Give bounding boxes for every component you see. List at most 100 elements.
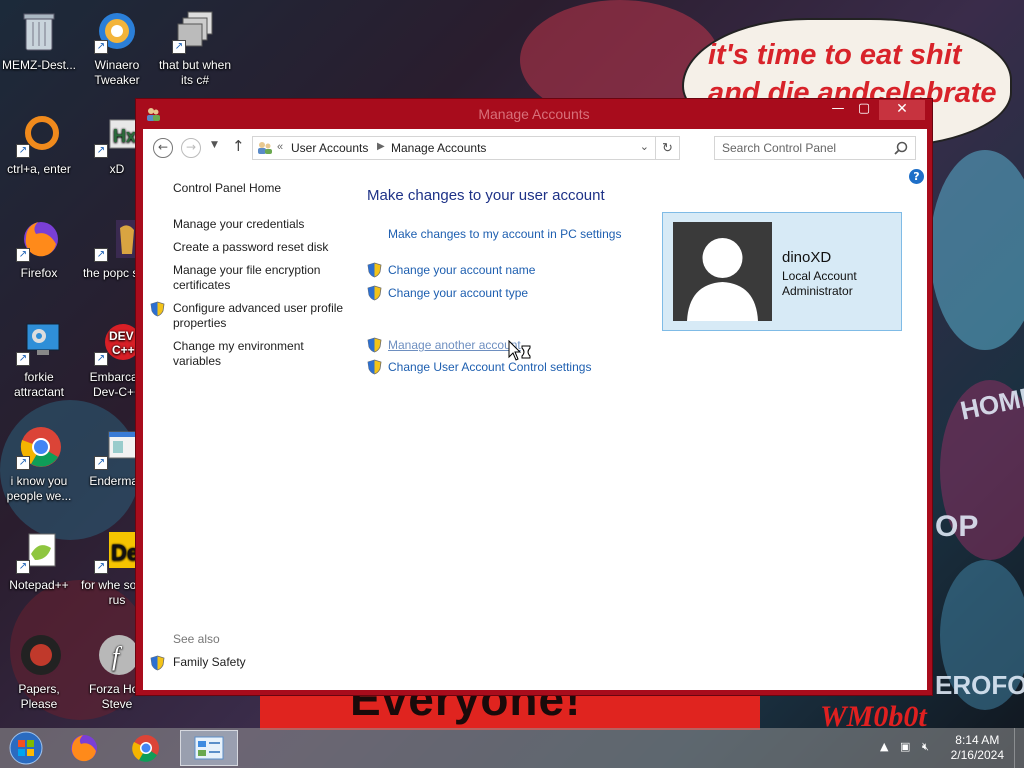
show-desktop-button[interactable] bbox=[1014, 728, 1024, 768]
control-panel-icon bbox=[194, 736, 224, 760]
address-overflow-chevron[interactable]: « bbox=[277, 141, 283, 153]
de-icon: De ↗ bbox=[94, 528, 140, 574]
flash-icon: f bbox=[94, 632, 140, 678]
change-account-name-link[interactable]: Change your account name bbox=[388, 263, 535, 277]
maximize-button[interactable]: ▢ bbox=[850, 100, 878, 120]
address-bar[interactable]: « User Accounts ▶ Manage Accounts ⌄ ↻ bbox=[252, 136, 680, 160]
desktop-icon-csharp[interactable]: ↗ that but when its c# bbox=[156, 8, 234, 88]
shortcut-arrow-icon: ↗ bbox=[16, 248, 30, 262]
network-icon[interactable]: ▣ bbox=[900, 740, 910, 753]
desktop-icon-memz[interactable]: MEMZ-Dest... bbox=[0, 8, 78, 73]
taskbar: ▲ ▣ 🔇︎ 8:14 AM 2/16/2024 bbox=[0, 728, 1024, 768]
change-account-type-link[interactable]: Change your account type bbox=[388, 286, 528, 300]
taskbar-chrome[interactable] bbox=[124, 730, 168, 766]
family-safety-link[interactable]: Family Safety bbox=[173, 655, 348, 670]
start-button[interactable] bbox=[8, 730, 44, 766]
manage-credentials-link[interactable]: Manage your credentials bbox=[173, 217, 348, 232]
desktop-icon-label: Notepad++ bbox=[9, 578, 69, 592]
desktop-icon-label: MEMZ-Dest... bbox=[2, 58, 76, 72]
clock-date: 2/16/2024 bbox=[950, 748, 1004, 762]
control-panel-home-link[interactable]: Control Panel Home bbox=[173, 181, 348, 196]
firefox-icon bbox=[71, 735, 97, 762]
advanced-profile-properties-link[interactable]: Configure advanced user profile properti… bbox=[173, 301, 348, 331]
minimize-button[interactable]: — bbox=[824, 100, 852, 120]
ring-icon: ↗ bbox=[16, 112, 62, 158]
desktop-icon-label: forkie attractant bbox=[13, 370, 65, 399]
shortcut-arrow-icon: ↗ bbox=[94, 352, 108, 366]
busy-cursor-icon bbox=[508, 340, 531, 361]
password-reset-disk-link[interactable]: Create a password reset disk bbox=[173, 240, 348, 255]
pc-settings-link[interactable]: Make changes to my account in PC setting… bbox=[388, 227, 621, 241]
shortcut-arrow-icon: ↗ bbox=[16, 144, 30, 158]
forward-button[interactable]: → bbox=[181, 138, 201, 158]
search-placeholder: Search Control Panel bbox=[722, 141, 837, 155]
desktop-icon-label: ctrl+a, enter bbox=[7, 162, 71, 176]
desktop-icon-ctrl-a[interactable]: ↗ ctrl+a, enter bbox=[0, 112, 78, 177]
shortcut-arrow-icon: ↗ bbox=[94, 144, 108, 158]
desktop-icon-papers-please[interactable]: Papers, Please bbox=[0, 632, 78, 712]
up-button[interactable]: ↑ bbox=[232, 137, 245, 155]
uac-shield-icon bbox=[367, 262, 382, 278]
uac-shield-icon bbox=[150, 301, 165, 317]
taskbar-firefox[interactable] bbox=[62, 730, 106, 766]
desktop-icon-firefox[interactable]: ↗ Firefox bbox=[0, 216, 78, 281]
desktop-icon-winaero[interactable]: ↗ Winaero Tweaker bbox=[78, 8, 156, 88]
back-button[interactable]: ← bbox=[153, 138, 173, 158]
notepadpp-icon: ↗ bbox=[16, 528, 62, 574]
address-dropdown-icon[interactable]: ⌄ bbox=[640, 140, 649, 153]
refresh-button[interactable]: ↻ bbox=[655, 137, 679, 159]
desktop-icon-label: Winaero Tweaker bbox=[94, 58, 140, 87]
monitor-gear-icon: ↗ bbox=[16, 320, 62, 366]
winaero-icon: ↗ bbox=[94, 8, 140, 54]
chrome-icon: ↗ bbox=[16, 424, 62, 470]
breadcrumb-user-accounts[interactable]: User Accounts bbox=[291, 141, 368, 155]
user-name: dinoXD bbox=[782, 249, 832, 266]
devcpp-icon: DEV C++ ↗ bbox=[94, 320, 140, 366]
clock[interactable]: 8:14 AM 2/16/2024 bbox=[951, 733, 1004, 763]
uac-shield-icon bbox=[150, 655, 165, 671]
left-pane: Control Panel Home Manage your credentia… bbox=[143, 167, 355, 690]
user-account-card: dinoXD Local Account Administrator bbox=[662, 212, 902, 331]
window-titlebar[interactable]: Manage Accounts — ▢ ✕ bbox=[136, 99, 932, 129]
see-also-label: See also bbox=[173, 632, 220, 646]
desktop-icon-notepadpp[interactable]: ↗ Notepad++ bbox=[0, 528, 78, 593]
svg-text:C++: C++ bbox=[112, 343, 135, 357]
desktop-icon-label: Papers, Please bbox=[18, 682, 60, 711]
window-client: ← → ▼ ↑ « User Accounts ▶ Manage Account… bbox=[143, 129, 927, 690]
user-account-type: Local Account bbox=[782, 269, 857, 283]
uac-shield-icon bbox=[367, 359, 382, 375]
navigation-bar: ← → ▼ ↑ « User Accounts ▶ Manage Account… bbox=[143, 129, 927, 167]
environment-variables-link[interactable]: Change my environment variables bbox=[173, 339, 348, 369]
close-icon: ✕ bbox=[896, 101, 908, 117]
search-icon[interactable] bbox=[894, 141, 908, 155]
firefox-icon: ↗ bbox=[16, 216, 62, 262]
forward-arrow-icon: → bbox=[185, 140, 197, 154]
search-input[interactable]: Search Control Panel bbox=[714, 136, 916, 160]
hex-icon: Hx ↗ bbox=[94, 112, 140, 158]
window-app-icon: ↗ bbox=[94, 424, 140, 470]
clock-time: 8:14 AM bbox=[955, 733, 1000, 747]
main-pane: Make changes to your user account Make c… bbox=[357, 167, 927, 690]
papers-please-icon bbox=[16, 632, 62, 678]
desktop-icon-label: that but when its c# bbox=[158, 58, 232, 87]
recent-locations-button[interactable]: ▼ bbox=[211, 140, 218, 150]
breadcrumb-separator-icon[interactable]: ▶ bbox=[377, 141, 385, 152]
up-arrow-icon: ↑ bbox=[232, 137, 245, 155]
volume-muted-icon[interactable]: 🔇︎ bbox=[922, 740, 929, 754]
wallpaper-text-erofos: EROFOS bbox=[935, 670, 1024, 700]
show-hidden-icons-button[interactable]: ▲ bbox=[880, 740, 888, 753]
user-role: Administrator bbox=[782, 284, 853, 298]
recycle-bin-icon bbox=[16, 8, 62, 54]
shortcut-arrow-icon: ↗ bbox=[172, 40, 186, 54]
uac-settings-link[interactable]: Change User Account Control settings bbox=[388, 360, 591, 374]
desktop-icon-chrome[interactable]: ↗ i know you people we... bbox=[0, 424, 78, 504]
desktop-icon-label: Firefox bbox=[20, 266, 58, 280]
taskbar-control-panel[interactable] bbox=[180, 730, 238, 766]
shortcut-arrow-icon: ↗ bbox=[16, 352, 30, 366]
shortcut-arrow-icon: ↗ bbox=[94, 40, 108, 54]
file-encryption-link[interactable]: Manage your file encryption certificates bbox=[173, 263, 348, 293]
desktop-icon-forkie[interactable]: ↗ forkie attractant bbox=[0, 320, 78, 400]
manage-another-account-link[interactable]: Manage another account bbox=[388, 338, 521, 352]
breadcrumb-manage-accounts[interactable]: Manage Accounts bbox=[391, 141, 486, 155]
close-button[interactable]: ✕ bbox=[879, 100, 925, 120]
